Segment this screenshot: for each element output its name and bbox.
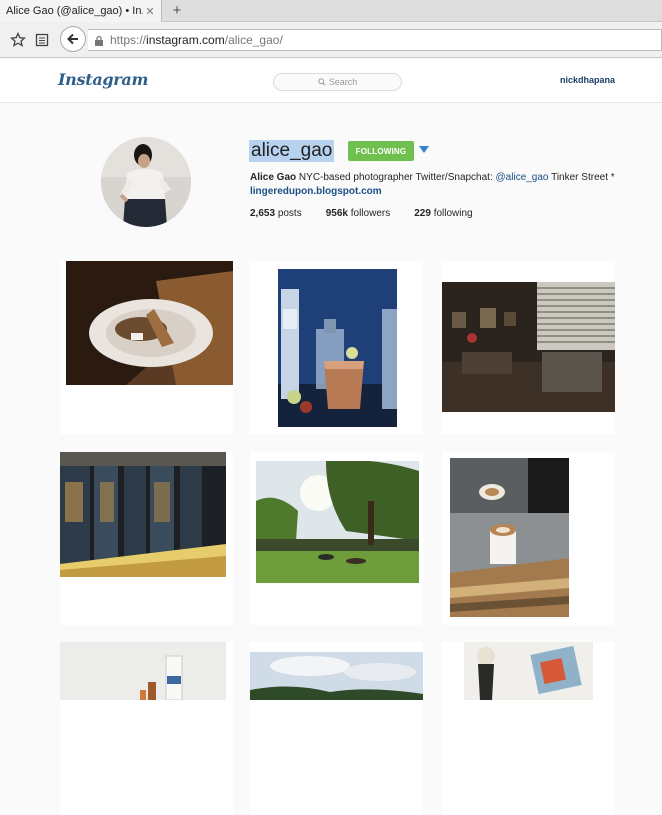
bio-name: Alice Gao xyxy=(250,172,297,183)
url-path: /alice_gao/ xyxy=(224,33,283,47)
bio-mention-link[interactable]: @alice_gao xyxy=(496,172,549,183)
followers-label: followers xyxy=(350,208,391,219)
post-photo xyxy=(250,652,423,700)
instagram-logo[interactable]: Instagram xyxy=(58,70,148,89)
post-tile[interactable] xyxy=(442,452,615,625)
post-tile[interactable] xyxy=(60,261,233,434)
browser-tab[interactable]: Alice Gao (@alice_gao) • In... ✕ xyxy=(0,0,162,22)
bio-text: NYC-based photographer Twitter/Snapchat: xyxy=(298,172,496,183)
profile-username: alice_gao xyxy=(249,140,335,162)
reader-view-icon[interactable] xyxy=(32,30,52,50)
profile-avatar xyxy=(101,137,191,227)
search-placeholder: Search xyxy=(328,77,358,87)
post-tile[interactable] xyxy=(250,261,423,434)
following-stat[interactable]: 229 following xyxy=(414,208,472,219)
post-photo xyxy=(256,461,419,583)
instagram-header: Instagram Search nickdhapana xyxy=(0,59,662,103)
post-tile[interactable] xyxy=(250,452,423,625)
posts-label: posts xyxy=(277,208,302,219)
post-tile[interactable] xyxy=(442,642,615,815)
current-user-link[interactable]: nickdhapana xyxy=(560,75,615,85)
options-dropdown-icon[interactable] xyxy=(419,146,429,153)
lock-icon xyxy=(92,35,106,46)
address-bar[interactable]: https:// instagram.com /alice_gao/ xyxy=(88,29,662,51)
profile-bio: Alice Gao NYC-based photographer Twitter… xyxy=(250,172,615,183)
post-tile[interactable] xyxy=(60,642,233,815)
search-input[interactable]: Search xyxy=(273,73,402,91)
following-label: following xyxy=(433,208,473,219)
profile-website-link[interactable]: lingeredupon.blogspot.com xyxy=(250,186,382,197)
profile-stats: 2,653 posts 956k followers 229 following xyxy=(250,208,497,219)
post-photo xyxy=(60,452,226,577)
url-host: instagram.com xyxy=(146,33,225,47)
post-photo xyxy=(442,282,615,412)
url-scheme: https:// xyxy=(110,33,147,47)
post-tile[interactable] xyxy=(442,261,615,434)
post-photo xyxy=(450,458,569,617)
post-photo xyxy=(278,269,397,427)
following-button[interactable]: FOLLOWING xyxy=(348,141,414,161)
close-tab-icon[interactable]: ✕ xyxy=(143,5,157,18)
post-tile[interactable] xyxy=(60,452,233,625)
posts-stat: 2,653 posts xyxy=(250,208,302,219)
following-count: 229 xyxy=(414,208,431,219)
browser-nav-bar: https:// instagram.com /alice_gao/ xyxy=(0,22,662,58)
new-tab-button[interactable]: + xyxy=(168,2,186,20)
posts-count: 2,653 xyxy=(250,208,276,219)
post-tile[interactable] xyxy=(250,642,423,815)
followers-count: 956k xyxy=(325,208,348,219)
back-button[interactable] xyxy=(60,26,86,52)
tab-title: Alice Gao (@alice_gao) • In... xyxy=(6,5,143,17)
bookmark-star-icon[interactable] xyxy=(8,30,28,50)
search-icon xyxy=(318,78,326,86)
post-photo xyxy=(60,642,226,700)
bio-tail: Tinker Street * xyxy=(548,172,615,183)
followers-stat[interactable]: 956k followers xyxy=(326,208,391,219)
post-photo xyxy=(464,642,593,700)
browser-tab-bar: Alice Gao (@alice_gao) • In... ✕ + xyxy=(0,0,662,22)
back-arrow-icon xyxy=(67,33,78,45)
post-photo xyxy=(66,261,233,385)
